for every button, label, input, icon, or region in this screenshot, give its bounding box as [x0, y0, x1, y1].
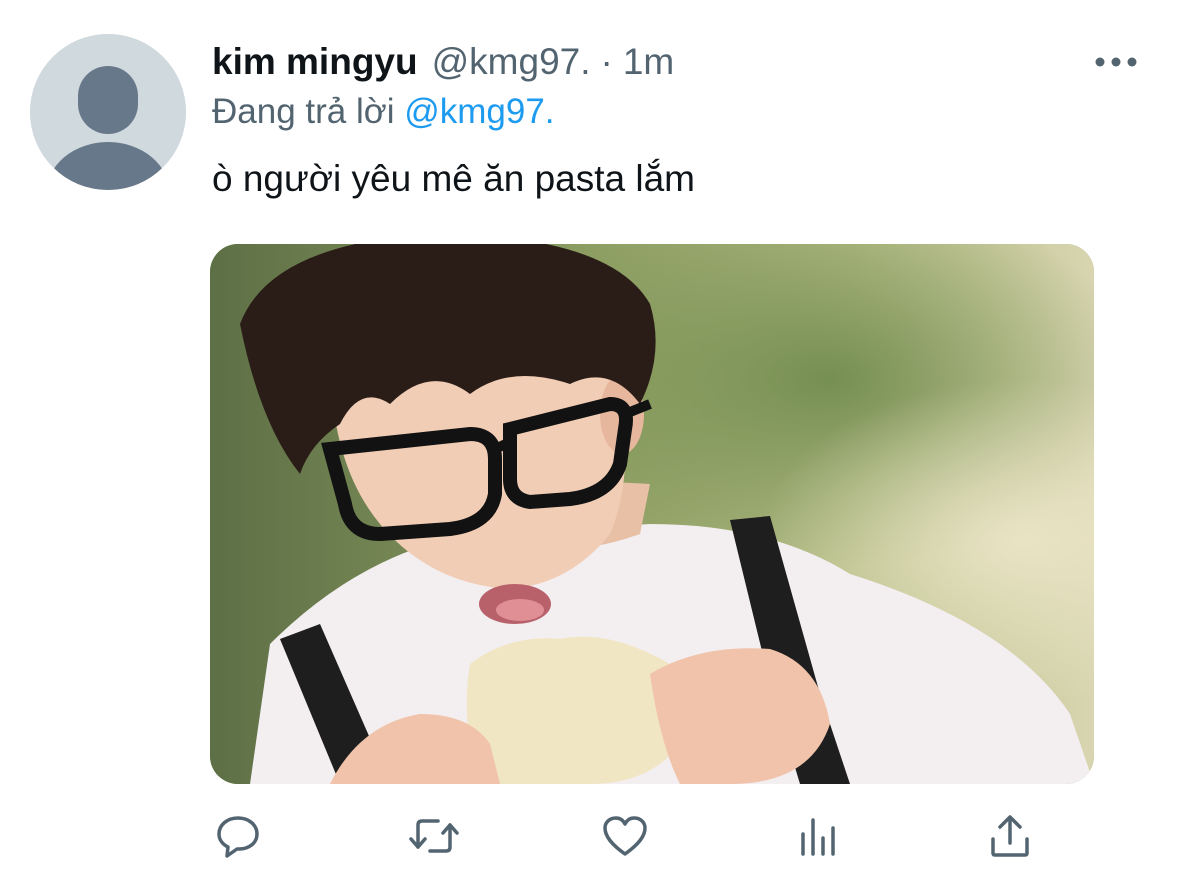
- tweet-header: kim mingyu @kmg97. · 1m: [212, 38, 674, 86]
- bar-chart-icon: [801, 818, 835, 856]
- tweet-card[interactable]: kim mingyu @kmg97. · 1m Đang trả lời @km…: [0, 0, 1179, 881]
- timestamp[interactable]: 1m: [623, 41, 674, 83]
- reply-prefix: Đang trả lời: [212, 92, 395, 131]
- display-name[interactable]: kim mingyu: [212, 41, 418, 83]
- more-options-button[interactable]: [1090, 44, 1142, 80]
- tweet-text: ò người yêu mê ăn pasta lắm: [212, 158, 696, 199]
- default-profile-icon: [30, 34, 186, 190]
- more-horizontal-icon: [1095, 57, 1137, 67]
- share-icon: [991, 815, 1029, 857]
- comment-icon: [217, 816, 259, 858]
- reply-button[interactable]: [208, 806, 268, 866]
- user-handle[interactable]: @kmg97.: [432, 41, 591, 83]
- retweet-icon: [409, 819, 459, 853]
- retweet-button[interactable]: [404, 806, 464, 866]
- separator-dot: ·: [600, 41, 613, 82]
- replying-to: Đang trả lời @kmg97.: [212, 92, 555, 132]
- share-button[interactable]: [980, 806, 1040, 866]
- tweet-media-image[interactable]: [210, 244, 1094, 784]
- avatar[interactable]: [30, 34, 186, 190]
- photo-man-with-glasses-eating: [210, 244, 1094, 784]
- reply-mention-link[interactable]: @kmg97.: [404, 92, 554, 131]
- analytics-button[interactable]: [788, 806, 848, 866]
- heart-icon: [603, 816, 647, 856]
- tweet-actions-bar: [208, 806, 1068, 866]
- like-button[interactable]: [595, 806, 655, 866]
